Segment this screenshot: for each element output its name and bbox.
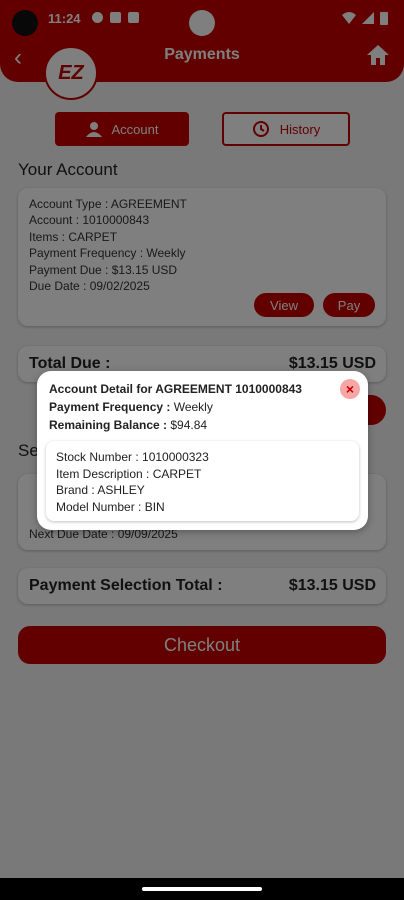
payments-screen: 11:24 ‹ Payments EZ Account History Your…: [0, 0, 404, 900]
modal-frequency-line: Payment Frequency : Weekly: [49, 398, 302, 416]
item-detail-card: Stock Number : 1010000323 Item Descripti…: [46, 441, 359, 521]
item-description: Item Description : CARPET: [56, 466, 202, 481]
home-gesture-bar[interactable]: [142, 887, 262, 891]
modal-title-text: Account Detail for AGREEMENT 1010000843: [49, 382, 302, 396]
modal-frequency-label: Payment Frequency :: [49, 400, 174, 414]
account-detail-modal: Account Detail for AGREEMENT 1010000843 …: [37, 371, 368, 530]
modal-balance-value: $94.84: [170, 418, 208, 432]
system-nav-bar: [0, 878, 404, 900]
modal-header: Account Detail for AGREEMENT 1010000843 …: [49, 380, 302, 434]
model-number: Model Number : BIN: [56, 499, 165, 514]
brand: Brand : ASHLEY: [56, 483, 145, 497]
modal-title: Account Detail for AGREEMENT 1010000843: [49, 380, 302, 398]
close-icon[interactable]: ×: [340, 379, 360, 399]
modal-frequency-value: Weekly: [173, 400, 213, 414]
modal-balance-label: Remaining Balance :: [49, 418, 171, 432]
modal-balance-line: Remaining Balance : $94.84: [49, 416, 302, 434]
stock-number: Stock Number : 1010000323: [56, 450, 209, 464]
